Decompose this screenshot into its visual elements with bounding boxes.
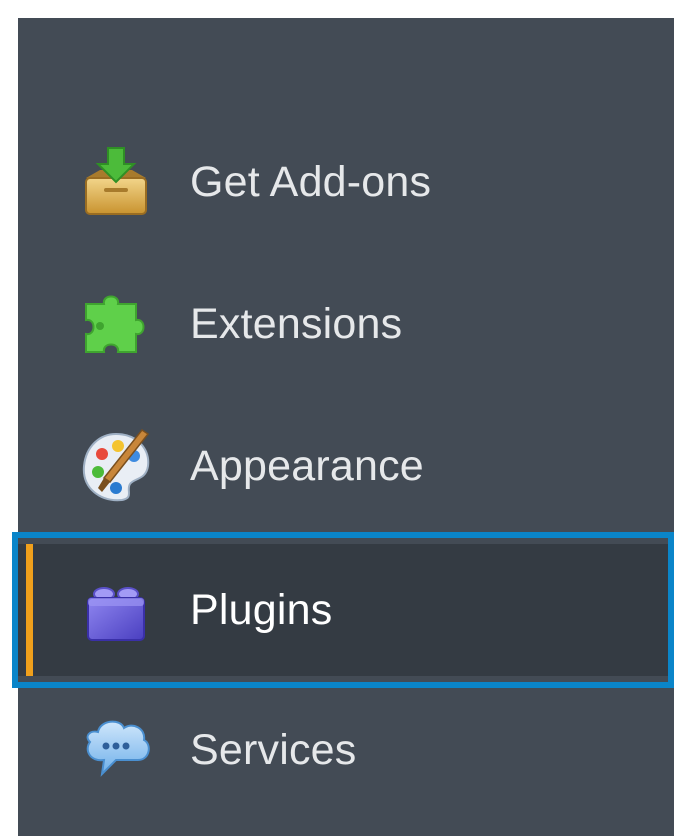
sidebar-item-extensions[interactable]: Extensions (18, 258, 674, 390)
plugins-brick-icon (74, 568, 158, 652)
sidebar-item-label: Services (190, 725, 357, 774)
selected-indicator (26, 544, 33, 676)
services-chat-icon (74, 708, 158, 792)
sidebar-item-plugins[interactable]: Plugins (18, 544, 674, 676)
sidebar-item-label: Plugins (190, 585, 333, 634)
extensions-puzzle-icon (74, 282, 158, 366)
sidebar-item-appearance[interactable]: Appearance (18, 400, 674, 532)
sidebar-item-label: Get Add-ons (190, 157, 432, 206)
sidebar-item-services[interactable]: Services (18, 684, 674, 816)
sidebar-item-label: Extensions (190, 299, 403, 348)
sidebar-item-label: Appearance (190, 441, 424, 490)
sidebar-item-get-addons[interactable]: Get Add-ons (18, 116, 674, 248)
appearance-palette-icon (74, 424, 158, 508)
addons-sidebar: Get Add-ons Extensions Appearance Plugin… (18, 18, 674, 836)
get-addons-icon (74, 140, 158, 224)
